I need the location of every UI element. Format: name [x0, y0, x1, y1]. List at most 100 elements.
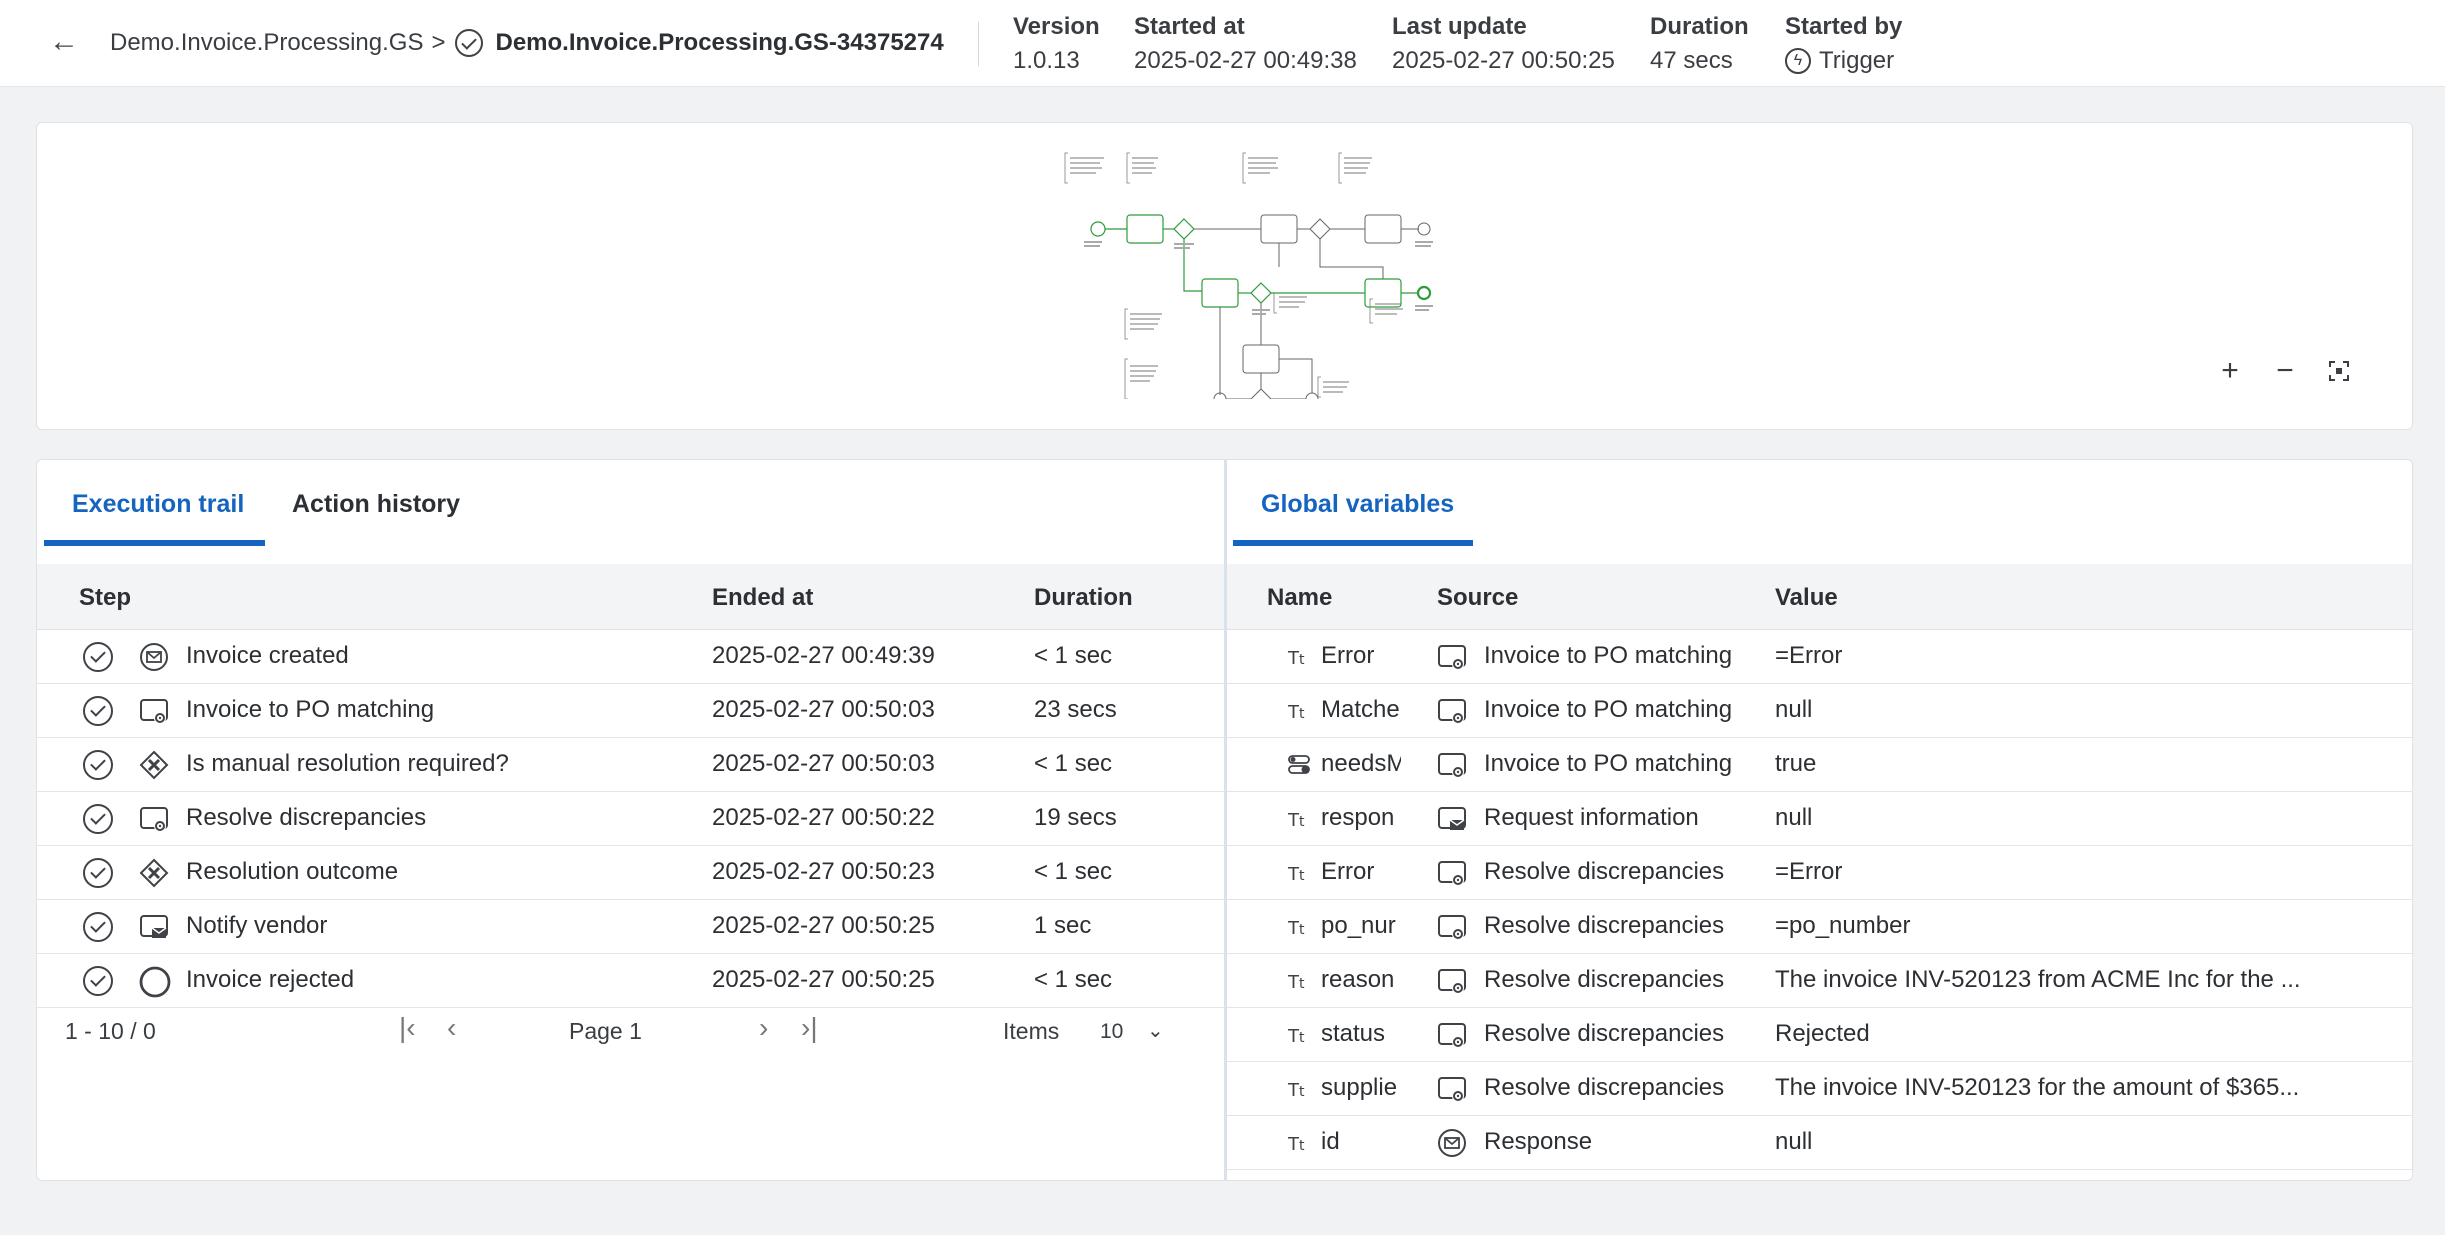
table-row[interactable]: Tt status Resolve discrepancies Rejected: [1227, 1008, 2412, 1062]
end-event-icon: [139, 966, 171, 998]
header-divider: [978, 22, 979, 66]
table-row[interactable]: Notify vendor 2025-02-27 00:50:25 1 sec: [37, 900, 1224, 954]
send-task-icon: [139, 912, 169, 942]
message-event-icon: [1437, 1128, 1467, 1158]
process-diagram-panel: + −: [36, 122, 2413, 430]
breadcrumb-separator: >: [431, 29, 446, 56]
step-name: Invoice rejected: [186, 966, 355, 993]
column-header-source[interactable]: Source: [1437, 584, 1518, 612]
breadcrumb-parent[interactable]: Demo.Invoice.Processing.GS: [110, 29, 423, 57]
vars-tabs: Global variables: [1227, 460, 2412, 548]
fit-screen-button[interactable]: [2321, 353, 2357, 389]
table-row[interactable]: Tt id Response null: [1227, 1116, 2412, 1170]
table-row[interactable]: Tt Matche Invoice to PO matching null: [1227, 684, 2412, 738]
step-duration: < 1 sec: [1034, 858, 1113, 885]
variable-value: =Error: [1775, 642, 1843, 669]
variable-source: Response: [1484, 1128, 1593, 1155]
variable-value: The invoice INV-520123 from ACME Inc for…: [1775, 966, 2301, 993]
boolean-type-icon: [1287, 752, 1317, 782]
table-row[interactable]: Invoice to PO matching 2025-02-27 00:50:…: [37, 684, 1224, 738]
variable-source: Invoice to PO matching: [1484, 642, 1733, 669]
prev-page-button[interactable]: ‹: [447, 1012, 456, 1044]
svg-text:t: t: [1299, 868, 1305, 884]
back-button[interactable]: ←: [46, 22, 82, 62]
service-task-icon: [139, 804, 169, 834]
service-task-icon: [1437, 696, 1467, 726]
tab-global-variables[interactable]: Global variables: [1261, 490, 1454, 530]
ended-at: 2025-02-27 00:50:25: [712, 966, 935, 993]
send-task-icon: [1437, 804, 1467, 834]
step-name: Resolution outcome: [186, 858, 399, 885]
zoom-in-button[interactable]: +: [2212, 353, 2248, 389]
column-header-duration[interactable]: Duration: [1034, 584, 1133, 612]
vars-table-header: Name Source Value: [1227, 564, 2412, 630]
next-page-button[interactable]: ›: [759, 1012, 768, 1044]
svg-text:t: t: [1299, 652, 1305, 668]
check-circle-icon: [83, 858, 113, 888]
column-header-name[interactable]: Name: [1267, 584, 1332, 612]
step-duration: < 1 sec: [1034, 966, 1113, 993]
global-variables-panel: Global variables Name Source Value Tt Er…: [1224, 459, 2413, 1181]
text-type-icon: Tt: [1287, 860, 1317, 890]
header-bar: ← Demo.Invoice.Processing.GS > Demo.Invo…: [0, 0, 2445, 87]
lightning-bolt-icon: ϟ: [1785, 48, 1811, 74]
step-name: Invoice to PO matching: [186, 696, 435, 723]
variable-name: Matche: [1321, 696, 1400, 723]
service-task-icon: [1437, 966, 1467, 996]
table-row[interactable]: needsM Invoice to PO matching true: [1227, 738, 2412, 792]
tab-action-history[interactable]: Action history: [292, 490, 460, 530]
trail-tabs: Execution trail Action history: [37, 460, 1224, 548]
check-circle-icon: [455, 29, 484, 57]
column-header-value[interactable]: Value: [1775, 584, 1838, 612]
text-type-icon: Tt: [1287, 1076, 1317, 1106]
exclusive-gateway-icon: [139, 858, 169, 888]
column-header-ended-at[interactable]: Ended at: [712, 584, 813, 612]
column-header-step[interactable]: Step: [79, 584, 131, 612]
startedby-label: Started by: [1785, 13, 1903, 40]
step-duration: 19 secs: [1034, 804, 1117, 831]
table-row[interactable]: Resolve discrepancies 2025-02-27 00:50:2…: [37, 792, 1224, 846]
variable-value: =po_number: [1775, 912, 1911, 939]
tab-execution-trail[interactable]: Execution trail: [72, 490, 244, 530]
variable-name: respon: [1321, 804, 1395, 831]
variable-source: Resolve discrepancies: [1484, 858, 1725, 885]
svg-text:t: t: [1299, 1084, 1305, 1100]
started-label: Started at: [1134, 13, 1245, 40]
zoom-out-button[interactable]: −: [2267, 353, 2303, 389]
update-info: Last update 2025-02-27 00:50:25: [1392, 10, 1615, 78]
variable-name: supplie: [1321, 1074, 1398, 1101]
table-row[interactable]: Resolution outcome 2025-02-27 00:50:23 <…: [37, 846, 1224, 900]
variable-name: Error: [1321, 642, 1375, 669]
table-row[interactable]: Invoice rejected 2025-02-27 00:50:25 < 1…: [37, 954, 1224, 1008]
table-row[interactable]: Tt Error Invoice to PO matching =Error: [1227, 630, 2412, 684]
last-page-button[interactable]: ›|: [801, 1012, 818, 1044]
execution-trail-panel: Execution trail Action history Step Ende…: [36, 459, 1224, 1181]
ended-at: 2025-02-27 00:49:39: [712, 642, 935, 669]
variable-source: Resolve discrepancies: [1484, 1074, 1725, 1101]
svg-text:t: t: [1299, 1138, 1305, 1154]
svg-text:t: t: [1299, 976, 1305, 992]
first-page-button[interactable]: |‹: [399, 1012, 416, 1044]
table-row[interactable]: Tt supplie Resolve discrepancies The inv…: [1227, 1062, 2412, 1116]
active-tab-indicator: [1233, 540, 1473, 546]
step-duration: < 1 sec: [1034, 642, 1113, 669]
text-type-icon: Tt: [1287, 1022, 1317, 1052]
variable-value: null: [1775, 804, 1813, 831]
variable-name: Error: [1321, 858, 1375, 885]
table-row[interactable]: Is manual resolution required? 2025-02-2…: [37, 738, 1224, 792]
text-type-icon: Tt: [1287, 698, 1317, 728]
table-row[interactable]: Tt reason Resolve discrepancies The invo…: [1227, 954, 2412, 1008]
table-row[interactable]: Tt respon Request information null: [1227, 792, 2412, 846]
active-tab-indicator: [44, 540, 265, 546]
items-per-page-select[interactable]: 10: [1100, 1020, 1123, 1044]
table-row[interactable]: Tt po_nur Resolve discrepancies =po_numb…: [1227, 900, 2412, 954]
breadcrumb-current: Demo.Invoice.Processing.GS-34375274: [495, 29, 944, 56]
startedby-row: ϟ Trigger: [1785, 44, 1902, 78]
table-row[interactable]: Invoice created 2025-02-27 00:49:39 < 1 …: [37, 630, 1224, 684]
step-duration: < 1 sec: [1034, 750, 1113, 777]
bpmn-diagram[interactable]: [1062, 149, 1482, 399]
table-row[interactable]: Tt Error Resolve discrepancies =Error: [1227, 846, 2412, 900]
text-type-icon: Tt: [1287, 914, 1317, 944]
ended-at: 2025-02-27 00:50:25: [712, 912, 935, 939]
chevron-down-icon[interactable]: ⌄: [1147, 1018, 1164, 1043]
